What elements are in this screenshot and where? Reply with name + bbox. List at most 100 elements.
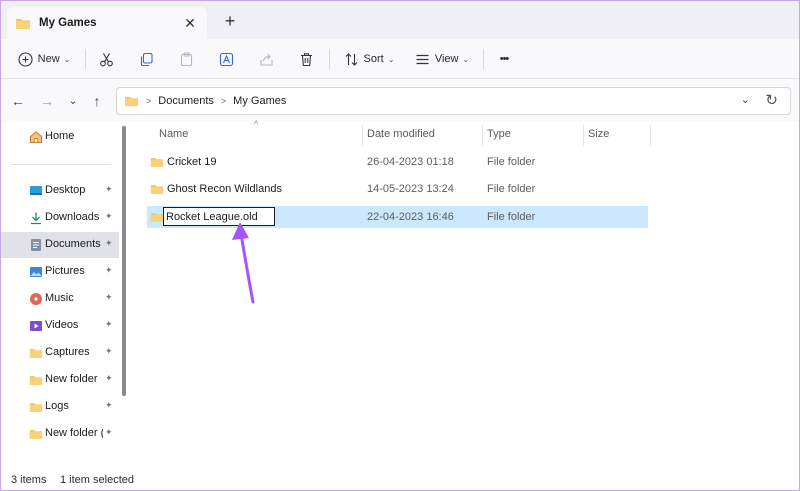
toolbar-divider	[85, 49, 86, 69]
pin-icon: ✦	[105, 319, 113, 329]
table-row-selected[interactable]: 22-04-2023 16:46 File folder	[147, 206, 648, 228]
column-divider[interactable]	[583, 124, 584, 146]
column-header-type[interactable]: Type	[487, 128, 511, 140]
music-icon	[30, 293, 42, 305]
column-divider[interactable]	[362, 124, 363, 146]
navigation-pane: Home Desktop ✦ Downloads ✦ Documents ✦ P…	[1, 121, 131, 470]
paste-icon	[180, 51, 192, 66]
refresh-icon[interactable]: ↻	[765, 91, 778, 109]
table-row[interactable]: Ghost Recon Wildlands 14-05-2023 13:24 F…	[147, 178, 648, 200]
sidebar-item-new-folder[interactable]: New folder ✦	[1, 367, 119, 393]
column-divider[interactable]	[650, 124, 651, 146]
view-icon	[416, 54, 429, 64]
sidebar-item-videos[interactable]: Videos ✦	[1, 313, 119, 339]
pin-icon: ✦	[105, 346, 113, 356]
download-icon	[31, 212, 41, 225]
file-date: 22-04-2023 16:46	[367, 211, 454, 223]
item-count: 3 items	[11, 474, 47, 486]
sidebar-item-label: Pictures	[45, 265, 85, 277]
plus-circle-icon	[18, 51, 33, 67]
back-button[interactable]: ←	[8, 91, 28, 111]
address-bar[interactable]: > Documents > My Games ⌄ ↻	[116, 87, 791, 115]
recent-locations-button[interactable]: ⌄	[63, 91, 83, 111]
sort-ascending-icon: ^	[254, 119, 259, 129]
sidebar-item-desktop[interactable]: Desktop ✦	[1, 178, 119, 204]
sidebar-item-home[interactable]: Home	[1, 124, 119, 150]
videos-icon	[30, 321, 42, 331]
pin-icon: ✦	[105, 184, 113, 194]
chevron-down-icon: ⌄	[462, 54, 470, 64]
status-bar: 3 items 1 item selected	[1, 470, 799, 490]
column-header-name[interactable]: Name	[159, 128, 188, 140]
folder-icon	[150, 213, 164, 222]
folder-icon	[29, 349, 43, 358]
share-icon	[259, 53, 273, 66]
paste-button[interactable]	[173, 45, 199, 73]
file-name: Ghost Recon Wildlands	[167, 183, 282, 195]
sort-icon	[345, 52, 357, 66]
sidebar-item-label: Documents	[45, 238, 101, 250]
rename-button[interactable]	[213, 45, 239, 73]
sidebar-item-music[interactable]: Music ✦	[1, 286, 119, 312]
file-date: 26-04-2023 01:18	[367, 156, 454, 168]
sidebar-item-label: Home	[45, 130, 75, 142]
sidebar-scrollbar[interactable]	[122, 126, 126, 396]
sidebar-item-downloads[interactable]: Downloads ✦	[1, 205, 119, 231]
view-button[interactable]: View ⌄	[411, 45, 473, 73]
sidebar-item-label: Music	[45, 292, 74, 304]
home-icon	[30, 131, 42, 143]
tab-my-games[interactable]: My Games ✕	[7, 7, 207, 39]
sidebar-item-label: Downloads	[45, 211, 100, 223]
address-dropdown-icon[interactable]: ⌄	[741, 93, 750, 106]
more-options-icon[interactable]: •••	[491, 45, 517, 73]
copy-button[interactable]	[133, 45, 159, 73]
sidebar-item-label: Logs	[45, 400, 69, 412]
share-button[interactable]	[253, 45, 279, 73]
sidebar-item-pictures[interactable]: Pictures ✦	[1, 259, 119, 285]
column-header-date-modified[interactable]: Date modified	[367, 128, 435, 140]
sidebar-item-new-folder-2[interactable]: New folder (2) ✦	[1, 421, 119, 447]
sidebar-item-logs[interactable]: Logs ✦	[1, 394, 119, 420]
breadcrumb-separator-icon: >	[220, 96, 227, 106]
file-name: Cricket 19	[167, 156, 217, 168]
view-button-label: View	[434, 53, 459, 65]
folder-icon	[29, 376, 43, 385]
new-button[interactable]: New ⌄	[13, 45, 75, 73]
pin-icon: ✦	[105, 292, 113, 302]
pictures-icon	[30, 267, 42, 277]
breadcrumb-documents[interactable]: Documents	[158, 95, 214, 107]
sidebar-item-label: Captures	[45, 346, 90, 358]
column-divider[interactable]	[482, 124, 483, 146]
copy-icon	[140, 52, 153, 66]
up-button[interactable]: ↑	[87, 91, 107, 111]
sidebar-item-label: Videos	[45, 319, 79, 331]
delete-button[interactable]	[293, 45, 319, 73]
address-row: ← → ⌄ ↑ > Documents > My Games ⌄ ↻	[1, 79, 799, 121]
sidebar-divider	[11, 164, 111, 165]
sidebar-item-captures[interactable]: Captures ✦	[1, 340, 119, 366]
sort-button[interactable]: Sort ⌄	[339, 45, 399, 73]
chevron-down-icon: ⌄	[387, 54, 395, 64]
command-bar: New ⌄ Sort ⌄ View ⌄ •••	[1, 39, 799, 79]
column-header-size[interactable]: Size	[588, 128, 609, 140]
desktop-icon	[30, 186, 42, 195]
file-explorer-window: My Games ✕ + New ⌄ Sort ⌄ View ⌄ ••• ← →…	[1, 1, 799, 490]
folder-icon	[150, 158, 164, 167]
cut-button[interactable]	[93, 45, 119, 73]
forward-button[interactable]: →	[37, 91, 57, 111]
documents-icon	[31, 239, 41, 251]
selection-count: 1 item selected	[60, 474, 134, 486]
sidebar-item-documents[interactable]: Documents ✦	[1, 232, 119, 258]
file-type: File folder	[487, 156, 536, 168]
close-tab-icon[interactable]: ✕	[181, 14, 199, 32]
title-bar: My Games ✕ +	[1, 1, 799, 39]
breadcrumb-my-games[interactable]: My Games	[233, 95, 286, 107]
new-tab-button[interactable]: +	[219, 11, 241, 33]
toolbar-divider	[483, 49, 484, 69]
toolbar-divider	[329, 49, 330, 69]
file-type: File folder	[487, 183, 536, 195]
sidebar-item-label: Desktop	[45, 184, 86, 196]
file-type: File folder	[487, 211, 536, 223]
table-row[interactable]: Cricket 19 26-04-2023 01:18 File folder	[147, 151, 648, 173]
tab-title: My Games	[39, 17, 97, 29]
